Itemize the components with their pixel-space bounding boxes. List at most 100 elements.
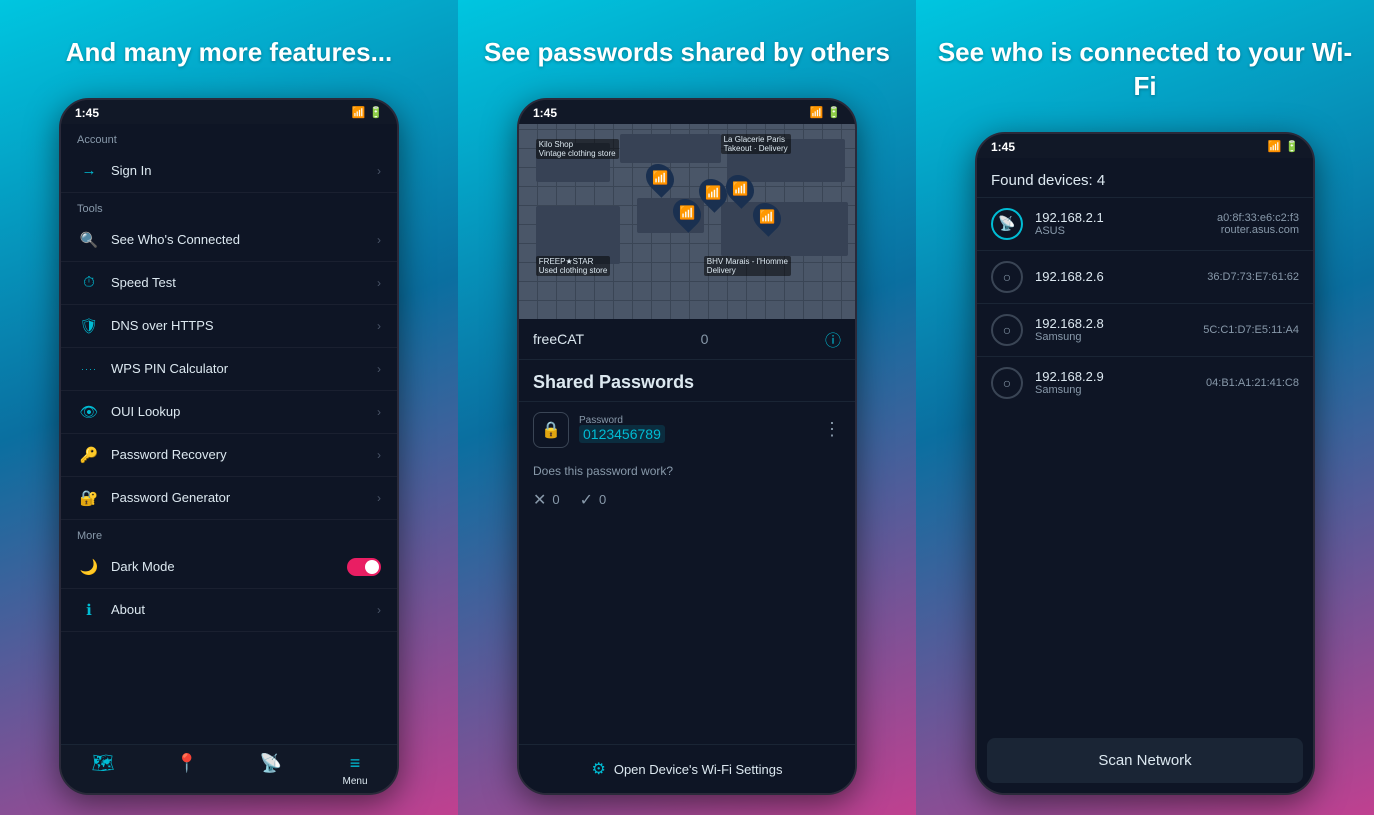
dns-https-label: DNS over HTTPS: [111, 318, 377, 333]
wps-pin-label: WPS PIN Calculator: [111, 361, 377, 376]
menu-password-generator[interactable]: 🔐 Password Generator ›: [61, 477, 397, 520]
section-tools: Tools: [61, 193, 397, 219]
map-label-1: Kilo ShopVintage clothing store: [536, 139, 619, 159]
menu-password-recovery[interactable]: 🔑 Password Recovery ›: [61, 434, 397, 477]
menu-nav-label: Menu: [342, 776, 367, 787]
right-title: See who is connected to your Wi-Fi: [936, 36, 1354, 104]
left-panel: And many more features... 1:45 📶 🔋 Accou…: [0, 0, 458, 815]
vote-no-button[interactable]: ✕ 0: [533, 490, 560, 510]
chevron-icon: ›: [377, 276, 381, 290]
device-row-2[interactable]: ○ 192.168.2.8 Samsung 5C:C1:D7:E5:11:A4: [977, 303, 1313, 356]
speed-test-label: Speed Test: [111, 275, 377, 290]
device-info-1: 192.168.2.6: [1035, 269, 1207, 284]
menu-dns-https[interactable]: 🛡 DNS over HTTPS ›: [61, 305, 397, 348]
moon-icon: 🌙: [77, 555, 101, 579]
open-wifi-settings-button[interactable]: ⚙ Open Device's Wi-Fi Settings: [519, 744, 855, 793]
see-whos-connected-label: See Who's Connected: [111, 232, 377, 247]
menu-wps-pin[interactable]: ···· WPS PIN Calculator ›: [61, 348, 397, 391]
sign-in-icon: →: [77, 159, 101, 183]
scan-network-button[interactable]: Scan Network: [987, 738, 1303, 783]
chevron-icon: ›: [377, 491, 381, 505]
oui-lookup-label: OUI Lookup: [111, 404, 377, 419]
sign-in-label: Sign In: [111, 163, 377, 178]
info-circle-icon[interactable]: ⓘ: [825, 327, 841, 351]
wps-icon: ····: [77, 357, 101, 381]
wifi-bar-row: freeCAT 0 ⓘ: [519, 319, 855, 360]
device-info-2: 192.168.2.8 Samsung: [1035, 316, 1203, 343]
more-options-icon[interactable]: ⋮: [823, 419, 841, 440]
nav-wifi[interactable]: 📡: [229, 753, 313, 787]
vote-yes-button[interactable]: ✓ 0: [580, 490, 607, 510]
chevron-icon: ›: [377, 603, 381, 617]
nav-menu[interactable]: ≡ Menu: [313, 753, 397, 787]
center-title: See passwords shared by others: [484, 36, 890, 70]
eye-icon: 👁: [77, 400, 101, 424]
device-row-3[interactable]: ○ 192.168.2.9 Samsung 04:B1:A1:21:41:C8: [977, 356, 1313, 409]
password-value: 0123456789: [579, 425, 665, 443]
device-mac-2: 5C:C1:D7:E5:11:A4: [1203, 324, 1299, 336]
device-ip-0: 192.168.2.1: [1035, 210, 1217, 225]
menu-icon: ≡: [350, 753, 361, 774]
status-icons-right: 📶 🔋: [1268, 140, 1299, 153]
gear-icon: ⚙: [592, 759, 606, 779]
vote-yes-count: 0: [599, 492, 606, 507]
time-left: 1:45: [75, 106, 99, 120]
menu-dark-mode[interactable]: 🌙 Dark Mode: [61, 546, 397, 589]
map-label-3: FREEP★STARUsed clothing store: [536, 256, 610, 276]
device-row-1[interactable]: ○ 192.168.2.6 36:D7:73:E7:61:62: [977, 250, 1313, 303]
lock-box-icon: 🔒: [533, 412, 569, 448]
menu-speed-test[interactable]: ⏱ Speed Test ›: [61, 262, 397, 305]
status-bar-left: 1:45 📶 🔋: [61, 100, 397, 124]
shared-passwords-title: Shared Passwords: [519, 360, 855, 401]
chevron-icon: ›: [377, 405, 381, 419]
device-extra-0: router.asus.com: [1217, 224, 1299, 236]
status-bar-center: 1:45 📶 🔋: [519, 100, 855, 124]
shield-icon: 🛡: [77, 314, 101, 338]
router-icon: 📡: [991, 208, 1023, 240]
check-icon: ✓: [580, 490, 593, 510]
nav-pin[interactable]: 📍: [145, 753, 229, 787]
right-body: Found devices: 4 📡 192.168.2.1 ASUS a0:8…: [977, 158, 1313, 793]
wifi-count: 0: [701, 331, 709, 347]
menu-see-whos-connected[interactable]: 🔍 See Who's Connected ›: [61, 219, 397, 262]
battery-icon: 🔋: [1285, 140, 1299, 153]
menu-oui-lookup[interactable]: 👁 OUI Lookup ›: [61, 391, 397, 434]
left-title: And many more features...: [66, 36, 393, 70]
x-icon: ✕: [533, 490, 546, 510]
nav-map[interactable]: 🗺: [61, 753, 145, 787]
device-row-0[interactable]: 📡 192.168.2.1 ASUS a0:8f:33:e6:c2:f3 rou…: [977, 197, 1313, 250]
wifi-pin-1: 📶: [640, 158, 680, 198]
menu-sign-in[interactable]: → Sign In ›: [61, 150, 397, 193]
status-icons-center: 📶 🔋: [810, 106, 841, 119]
map-label-2: La Glacerie ParisTakeout · Delivery: [721, 134, 791, 154]
battery-icon: 🔋: [369, 106, 383, 119]
map-background: 📶 📶 📶 📶 📶 Kilo ShopVintage clothing stor…: [519, 124, 855, 319]
device-circle-icon-1: ○: [991, 261, 1023, 293]
menu-about[interactable]: ℹ About ›: [61, 589, 397, 632]
device-mac-extra-0: a0:8f:33:e6:c2:f3 router.asus.com: [1217, 212, 1299, 236]
chevron-icon: ›: [377, 319, 381, 333]
map-label-4: BHV Marais - l'HommeDelivery: [704, 256, 791, 276]
right-panel: See who is connected to your Wi-Fi 1:45 …: [916, 0, 1374, 815]
lock-icon: 🔐: [77, 486, 101, 510]
menu-body: Account → Sign In › Tools 🔍 See Who's Co…: [61, 124, 397, 744]
key-icon: 🔑: [77, 443, 101, 467]
password-recovery-label: Password Recovery: [111, 447, 377, 462]
device-ip-1: 192.168.2.6: [1035, 269, 1207, 284]
dark-mode-toggle[interactable]: [347, 558, 381, 576]
time-right: 1:45: [991, 140, 1015, 154]
chevron-icon: ›: [377, 233, 381, 247]
bottom-nav-left: 🗺 📍 📡 ≡ Menu: [61, 744, 397, 793]
device-mac-3: 04:B1:A1:21:41:C8: [1206, 377, 1299, 389]
time-center: 1:45: [533, 106, 557, 120]
search-icon: 🔍: [77, 228, 101, 252]
password-generator-label: Password Generator: [111, 490, 377, 505]
device-circle-icon-3: ○: [991, 367, 1023, 399]
device-info-0: 192.168.2.1 ASUS: [1035, 210, 1217, 237]
center-phone: 1:45 📶 🔋 📶 📶 📶 📶 📶: [517, 98, 857, 795]
pin-icon: 📍: [176, 753, 198, 774]
section-more: More: [61, 520, 397, 546]
device-name-0: ASUS: [1035, 225, 1217, 237]
wifi-name: freeCAT: [533, 331, 584, 347]
device-name-2: Samsung: [1035, 331, 1203, 343]
